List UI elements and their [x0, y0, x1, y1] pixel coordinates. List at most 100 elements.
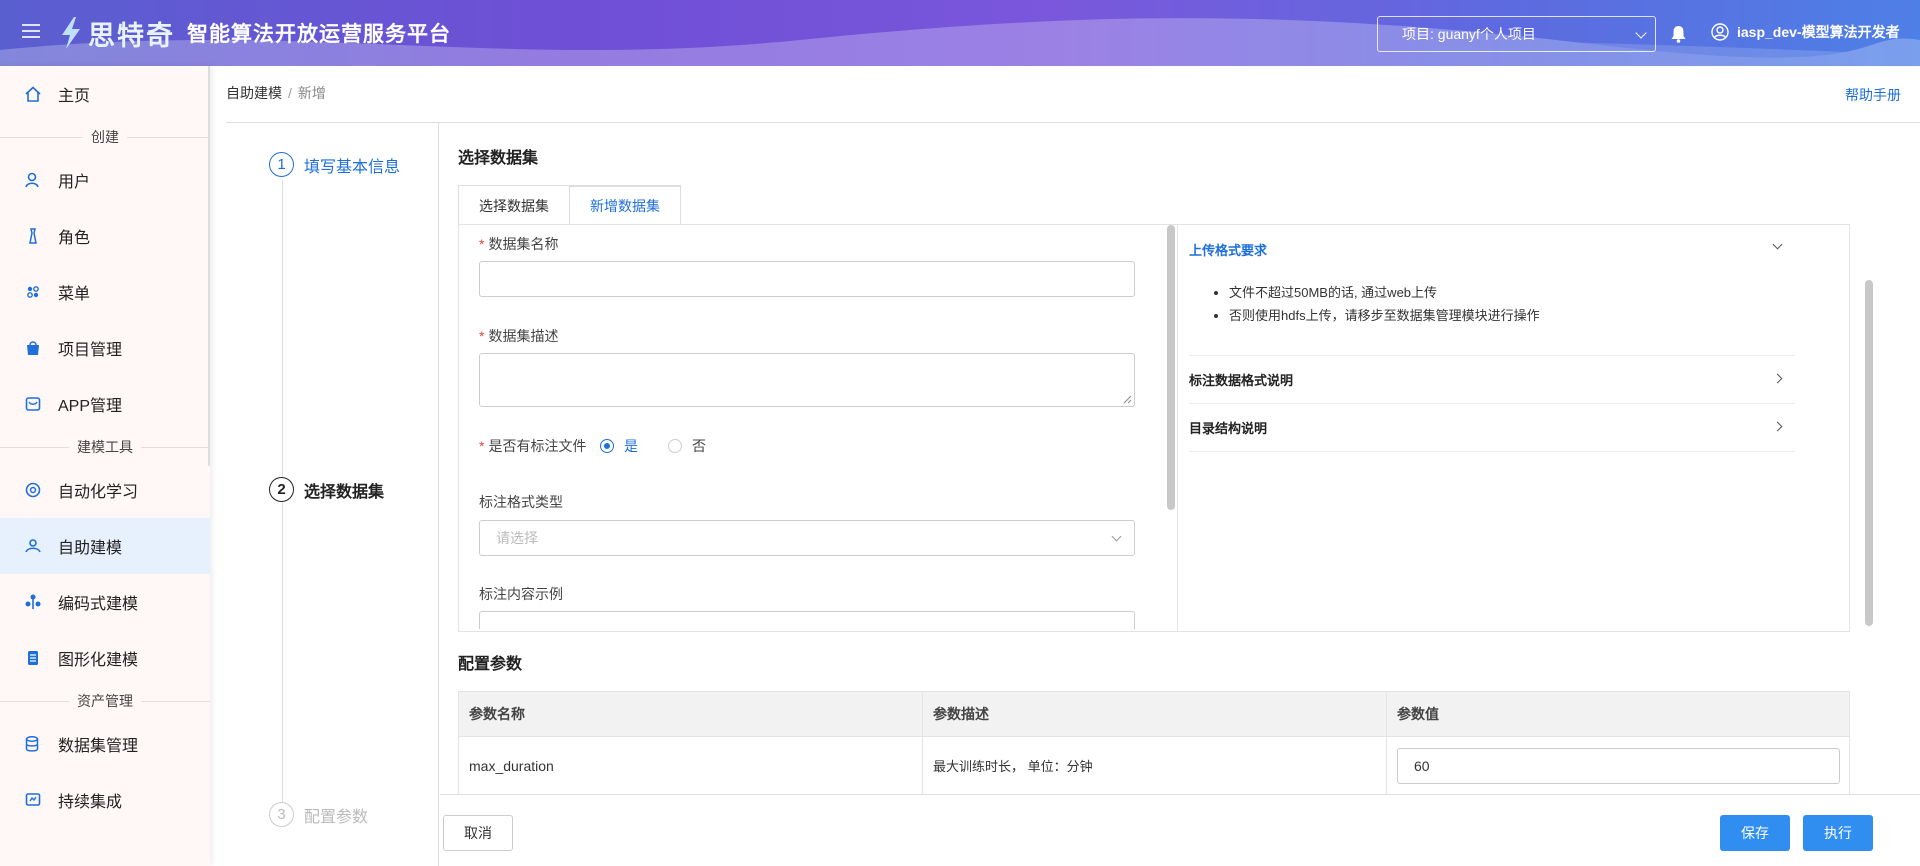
save-button[interactable]: 保存 — [1720, 815, 1790, 851]
step-label: 选择数据集 — [304, 483, 385, 501]
sidebar-item-home[interactable]: 主页 — [0, 66, 210, 122]
annotation-example-textarea[interactable] — [479, 611, 1135, 629]
step-basic-info[interactable]: 1 填写基本信息 — [269, 152, 400, 177]
table-header-row: 参数名称 参数描述 参数值 — [458, 691, 1850, 737]
user-menu[interactable]: iasp_dev-模型算法开发者 — [1711, 22, 1900, 42]
step-number: 1 — [269, 152, 294, 177]
sidebar-item-menu[interactable]: 菜单 — [0, 264, 210, 320]
annotation-format-header[interactable]: 标注数据格式说明 — [1189, 356, 1795, 404]
sidebar-item-self-modeling[interactable]: 自助建模 — [0, 518, 210, 574]
project-select-value: 项目: guanyf个人项目 — [1402, 26, 1536, 42]
logo: 思特奇 智能算法开放运营服务平台 — [58, 14, 451, 52]
dataset-name-label: * 数据集名称 — [479, 236, 559, 252]
resize-handle-icon[interactable] — [1122, 394, 1132, 404]
user-icon — [25, 172, 39, 188]
project-select[interactable]: 项目: guanyf个人项目 — [1377, 16, 1656, 52]
params-table: 参数名称 参数描述 参数值 max_duration 最大训练时长， 单位：分钟… — [458, 691, 1850, 795]
radio-empty-icon — [668, 439, 682, 453]
chevron-down-icon — [1111, 531, 1122, 542]
section-title-config: 配置参数 — [458, 656, 523, 673]
home-icon — [25, 86, 41, 102]
sidebar-item-label: 自动化学习 — [58, 484, 139, 501]
user-avatar-icon — [1711, 23, 1729, 41]
cancel-button[interactable]: 取消 — [443, 815, 513, 851]
list-item: 文件不超过50MB的话, 通过web上传 — [1229, 281, 1795, 304]
form-scrollbar[interactable] — [1167, 225, 1175, 510]
sidebar-item-label: 主页 — [58, 88, 91, 105]
sidebar-item-automl[interactable]: 自动化学习 — [0, 462, 210, 518]
annotation-type-placeholder: 请选择 — [496, 530, 538, 546]
sidebar-item-label: 菜单 — [58, 286, 91, 303]
annotation-type-select[interactable]: 请选择 — [479, 520, 1135, 556]
breadcrumb: 自助建模 / 新增 — [226, 83, 326, 103]
sidebar-item-dataset-management[interactable]: 数据集管理 — [0, 716, 210, 772]
sidebar-group-create: 创建 — [0, 122, 210, 152]
has-annotation-label: * 是否有标注文件 — [479, 438, 587, 454]
upload-format-header[interactable]: 上传格式要求 — [1189, 225, 1795, 273]
param-name: max_duration — [458, 736, 923, 795]
sidebar-item-label: 项目管理 — [58, 342, 123, 359]
column-header: 参数值 — [1386, 691, 1850, 737]
breadcrumb-separator: / — [288, 85, 292, 101]
tab-select-dataset[interactable]: 选择数据集 — [458, 185, 570, 225]
step-config-params[interactable]: 3 配置参数 — [269, 802, 368, 827]
divider — [440, 794, 1920, 795]
help-manual-link[interactable]: 帮助手册 — [1845, 85, 1901, 105]
bolt-logo-icon — [62, 17, 80, 49]
dataset-desc-textarea[interactable] — [479, 353, 1135, 407]
top-header: 思特奇 智能算法开放运营服务平台 项目: guanyf个人项目 iasp_dev… — [0, 0, 1920, 66]
bag-icon — [27, 341, 39, 355]
step-number: 3 — [269, 802, 294, 827]
breadcrumb-current: 新增 — [297, 85, 326, 101]
divider — [438, 122, 439, 866]
sidebar-item-app[interactable]: APP管理 — [0, 376, 210, 432]
param-value-input[interactable]: 60 — [1397, 747, 1840, 784]
directory-structure-header[interactable]: 目录结构说明 — [1189, 404, 1795, 452]
sidebar-item-label: APP管理 — [58, 398, 123, 415]
sidebar-scrollbar[interactable] — [208, 66, 210, 466]
bell-icon[interactable] — [1670, 25, 1687, 43]
table-row: max_duration 最大训练时长， 单位：分钟 60 — [458, 736, 1850, 795]
panel-scrollbar[interactable] — [1865, 280, 1873, 626]
role-icon — [29, 228, 37, 244]
sidebar-item-user[interactable]: 用户 — [0, 152, 210, 208]
breadcrumb-parent[interactable]: 自助建模 — [226, 85, 282, 101]
chevron-down-icon — [1635, 27, 1647, 39]
dataset-desc-label: * 数据集描述 — [479, 328, 559, 344]
automl-icon — [25, 482, 41, 498]
sidebar-item-label: 图形化建模 — [58, 652, 139, 669]
has-annotation-yes-radio[interactable]: 是 — [600, 436, 638, 456]
sidebar-item-code-modeling[interactable]: 编码式建模 — [0, 574, 210, 630]
sidebar-item-graph-modeling[interactable]: 图形化建模 — [0, 630, 210, 686]
has-annotation-no-radio[interactable]: 否 — [668, 436, 706, 456]
chevron-down-icon — [1772, 239, 1783, 250]
annotation-type-label: 标注格式类型 — [479, 494, 563, 510]
dataset-form: * 数据集名称 * 数据集描述 * 是否有标注文件 是 否 标注格式类型 请选择 标注… — [459, 225, 1179, 629]
sidebar-item-label: 数据集管理 — [58, 738, 139, 755]
sidebar-item-label: 编码式建模 — [58, 596, 139, 613]
sidebar-item-project[interactable]: 项目管理 — [0, 320, 210, 376]
divider — [1177, 225, 1178, 631]
sidebar-item-role[interactable]: 角色 — [0, 208, 210, 264]
menu-grid-icon — [27, 286, 39, 298]
platform-title: 智能算法开放运营服务平台 — [187, 23, 451, 46]
list-item: 否则使用hdfs上传，请移步至数据集管理模块进行操作 — [1229, 304, 1795, 327]
sidebar-group-modeling-tools: 建模工具 — [0, 432, 210, 462]
dataset-tabs: 选择数据集 新增数据集 — [458, 185, 681, 225]
run-button[interactable]: 执行 — [1803, 815, 1873, 851]
param-desc: 最大训练时长， 单位：分钟 — [922, 736, 1387, 795]
chevron-right-icon — [1772, 373, 1783, 384]
step-select-dataset[interactable]: 2 选择数据集 — [269, 477, 384, 502]
radio-selected-icon — [600, 439, 614, 453]
sidebar-item-label: 持续集成 — [58, 794, 123, 811]
sidebar: 主页 创建 用户 角色 菜单 项目管理 APP管理 建模工具 自动化学习 自助建… — [0, 66, 210, 866]
sidebar-item-ci[interactable]: 持续集成 — [0, 772, 210, 828]
tab-new-dataset[interactable]: 新增数据集 — [570, 185, 681, 225]
new-dataset-panel: * 数据集名称 * 数据集描述 * 是否有标注文件 是 否 标注格式类型 请选择 标注… — [458, 224, 1850, 632]
dataset-name-input[interactable] — [479, 261, 1135, 297]
ci-icon — [25, 793, 41, 806]
menu-toggle-icon[interactable] — [22, 24, 40, 40]
param-value-cell: 60 — [1386, 736, 1850, 795]
column-header: 参数名称 — [458, 691, 923, 737]
code-modeling-icon — [25, 594, 41, 609]
